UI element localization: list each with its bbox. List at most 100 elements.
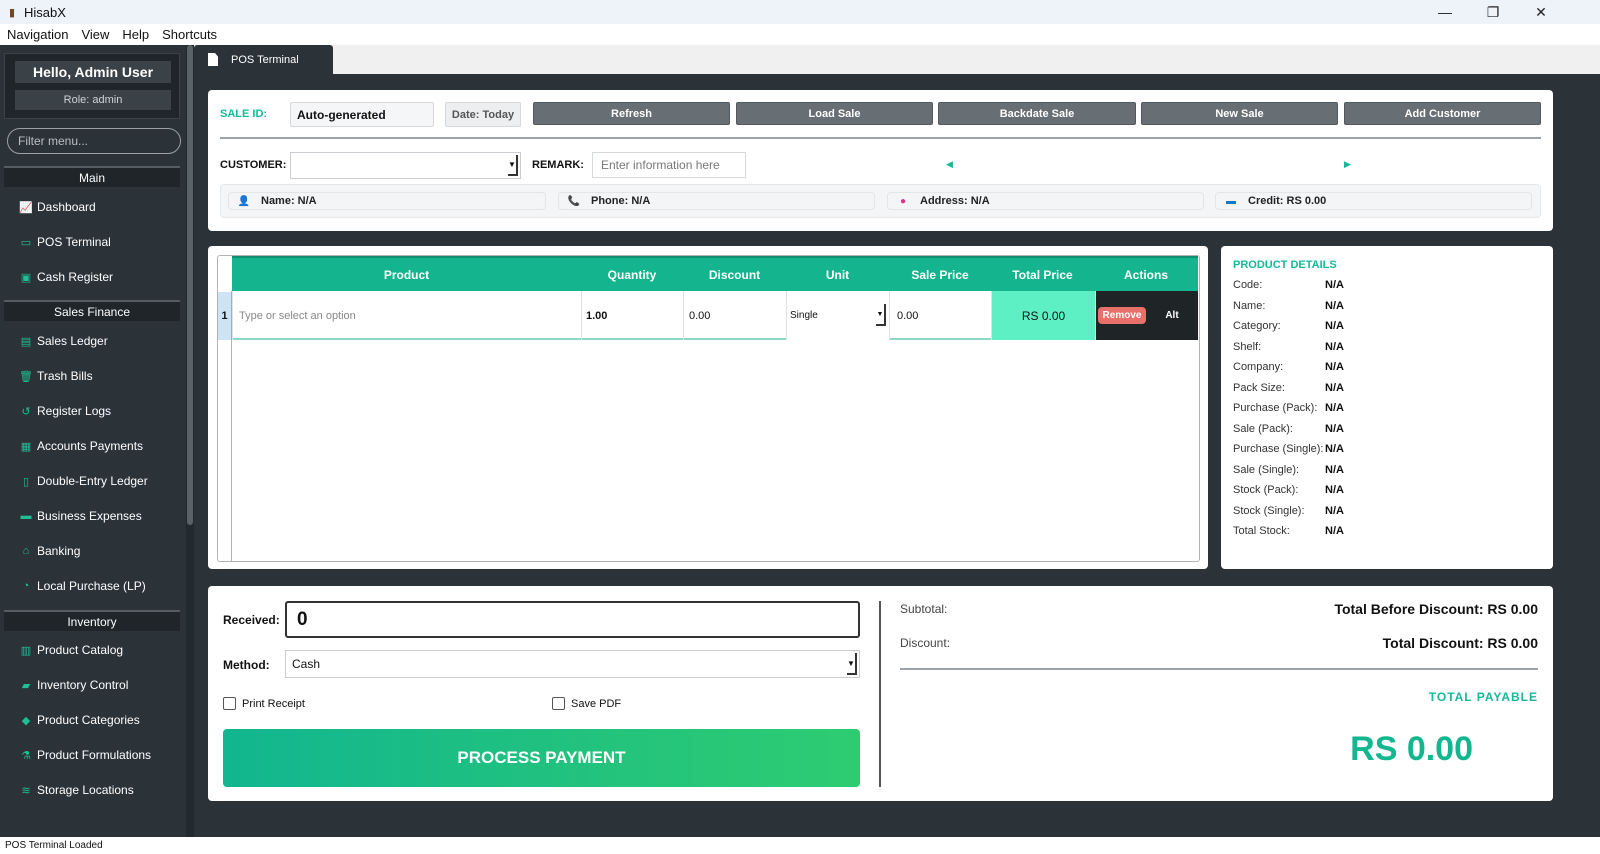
- print-receipt-checkbox[interactable]: [223, 697, 236, 710]
- location-pin-icon: ●: [899, 195, 907, 207]
- menu-help[interactable]: Help: [122, 27, 149, 42]
- detail-company: Company: N/A: [1233, 361, 1344, 373]
- add-customer-button[interactable]: Add Customer: [1344, 102, 1541, 125]
- section-main: Main: [4, 166, 180, 187]
- maximize-button[interactable]: ❐: [1469, 0, 1517, 24]
- menu-view[interactable]: View: [81, 27, 109, 42]
- vertical-divider: [879, 601, 881, 787]
- customer-label: CUSTOMER:: [220, 159, 287, 171]
- column-header-quantity[interactable]: Quantity: [581, 258, 683, 291]
- chevron-down-icon[interactable]: ▼: [508, 155, 518, 176]
- user-icon: 👤: [237, 195, 251, 207]
- sidebar-item-register-logs[interactable]: ↺ Register Logs: [20, 401, 111, 421]
- sidebar-item-sales-ledger[interactable]: ▤ Sales Ledger: [20, 331, 108, 351]
- sidebar-item-cash-register[interactable]: ▣ Cash Register: [20, 267, 113, 287]
- sidebar-item-product-formulations[interactable]: ⚗ Product Formulations: [20, 745, 151, 765]
- sidebar-item-storage-locations[interactable]: ≋ Storage Locations: [20, 780, 133, 800]
- sidebar-item-pos-terminal[interactable]: ▭ POS Terminal: [20, 232, 111, 252]
- backdate-sale-button[interactable]: Backdate Sale: [938, 102, 1136, 125]
- document-icon: ▯: [22, 475, 30, 488]
- status-bar: POS Terminal Loaded: [0, 837, 1600, 854]
- sidebar-item-double-entry-ledger[interactable]: ▯ Double-Entry Ledger: [20, 471, 148, 491]
- refresh-button[interactable]: Refresh: [533, 102, 730, 125]
- main-area: Hello, Admin User Role: admin Filter men…: [0, 45, 1600, 837]
- process-payment-button[interactable]: PROCESS PAYMENT: [223, 729, 860, 787]
- actions-cell: Remove Alt: [1095, 291, 1198, 340]
- chevron-down-icon[interactable]: ▼: [847, 653, 857, 675]
- sidebar-scrollbar[interactable]: [186, 45, 194, 837]
- minimize-button[interactable]: —: [1421, 0, 1469, 24]
- column-header-unit[interactable]: Unit: [786, 258, 889, 291]
- column-header-product[interactable]: Product: [232, 258, 581, 291]
- remark-input[interactable]: Enter information here: [592, 152, 746, 178]
- truck-icon: ▰: [21, 679, 31, 692]
- payment-card: Received: 0 Method: Cash ▼ Print Receipt…: [208, 586, 1553, 801]
- sidebar-item-business-expenses[interactable]: ▬ Business Expenses: [20, 506, 142, 526]
- sale-id-label: SALE ID:: [220, 108, 268, 120]
- new-sale-button[interactable]: New Sale: [1141, 102, 1338, 125]
- column-header-sale-price[interactable]: Sale Price: [889, 258, 991, 291]
- sale-price-input[interactable]: 0.00: [889, 291, 991, 340]
- sidebar-item-local-purchase[interactable]: ◔ Local Purchase (LP): [20, 576, 146, 596]
- sidebar-item-banking[interactable]: ⌂ Banking: [20, 541, 81, 561]
- divider: [220, 137, 1541, 139]
- sidebar-item-trash-bills[interactable]: 🗑 Trash Bills: [19, 366, 93, 386]
- alt-button[interactable]: Alt: [1151, 307, 1193, 324]
- column-header-total-price[interactable]: Total Price: [991, 258, 1094, 291]
- customer-select[interactable]: ▼: [290, 152, 521, 179]
- menu-shortcuts[interactable]: Shortcuts: [162, 27, 217, 42]
- total-payable-value: RS 0.00: [1350, 730, 1473, 768]
- bank-icon: ⌂: [22, 545, 30, 557]
- unit-select[interactable]: Single ▼: [786, 291, 889, 340]
- save-pdf-checkbox[interactable]: [552, 697, 565, 710]
- detail-total-stock: Total Stock: N/A: [1233, 525, 1344, 537]
- detail-purchase-pack: Purchase (Pack): N/A: [1233, 402, 1344, 414]
- close-button[interactable]: ✕: [1517, 0, 1565, 24]
- chevron-down-icon[interactable]: ▼: [876, 304, 886, 326]
- arrow-left-icon[interactable]: ◀: [946, 159, 953, 170]
- customer-credit-info: ▬ Credit: RS 0.00: [1215, 192, 1532, 210]
- detail-category: Category: N/A: [1233, 320, 1344, 332]
- content-scrollbar[interactable]: [1553, 74, 1568, 837]
- cart-card: 1 Product Quantity Discount Unit Sale Pr…: [208, 246, 1208, 569]
- discount-input[interactable]: 0.00: [683, 291, 786, 340]
- sale-id-field: Auto-generated: [290, 102, 434, 127]
- role-label: Role: admin: [15, 90, 171, 110]
- section-sales-finance: Sales Finance: [4, 300, 180, 321]
- save-pdf-option[interactable]: Save PDF: [552, 697, 621, 710]
- sidebar-item-dashboard[interactable]: 📈 Dashboard: [19, 197, 96, 217]
- product-input[interactable]: Type or select an option: [232, 291, 581, 340]
- greeting: Hello, Admin User: [15, 61, 171, 83]
- row-number: 1: [218, 292, 232, 340]
- sale-header-card: SALE ID: Auto-generated Date: Today Refr…: [208, 90, 1553, 231]
- column-header-discount[interactable]: Discount: [683, 258, 786, 291]
- remove-button[interactable]: Remove: [1098, 307, 1146, 324]
- column-header-actions[interactable]: Actions: [1094, 258, 1198, 291]
- sidebar-item-product-catalog[interactable]: ▥ Product Catalog: [20, 640, 123, 660]
- print-receipt-option[interactable]: Print Receipt: [223, 697, 305, 710]
- detail-pack-size: Pack Size: N/A: [1233, 382, 1344, 394]
- detail-purchase-single: Purchase (Single): N/A: [1233, 443, 1344, 455]
- sidebar-item-accounts-payments[interactable]: ▦ Accounts Payments: [20, 436, 143, 456]
- quantity-input[interactable]: 1.00: [581, 291, 683, 340]
- monitor-icon: ▭: [20, 236, 32, 249]
- section-inventory: Inventory: [4, 610, 180, 631]
- discount-label: Discount:: [900, 636, 951, 650]
- menu-navigation[interactable]: Navigation: [7, 27, 68, 42]
- sidebar-item-inventory-control[interactable]: ▰ Inventory Control: [20, 675, 129, 695]
- received-input[interactable]: 0: [285, 601, 860, 638]
- detail-name: Name: N/A: [1233, 300, 1344, 312]
- product-details-title: PRODUCT DETAILS: [1233, 259, 1337, 271]
- detail-shelf: Shelf: N/A: [1233, 341, 1344, 353]
- customer-phone-info: 📞 Phone: N/A: [558, 192, 875, 210]
- filter-menu-input[interactable]: Filter menu...: [7, 128, 181, 154]
- detail-code: Code: N/A: [1233, 279, 1344, 291]
- boxes-icon: ▥: [20, 644, 32, 657]
- load-sale-button[interactable]: Load Sale: [736, 102, 933, 125]
- arrow-right-icon[interactable]: ▶: [1344, 159, 1351, 170]
- tab-pos-terminal[interactable]: POS Terminal: [194, 45, 333, 74]
- sidebar-scroll-thumb[interactable]: [187, 45, 193, 525]
- payment-method-select[interactable]: Cash ▼: [285, 650, 860, 678]
- sidebar-item-product-categories[interactable]: ◆ Product Categories: [20, 710, 140, 730]
- detail-stock-single: Stock (Single): N/A: [1233, 505, 1344, 517]
